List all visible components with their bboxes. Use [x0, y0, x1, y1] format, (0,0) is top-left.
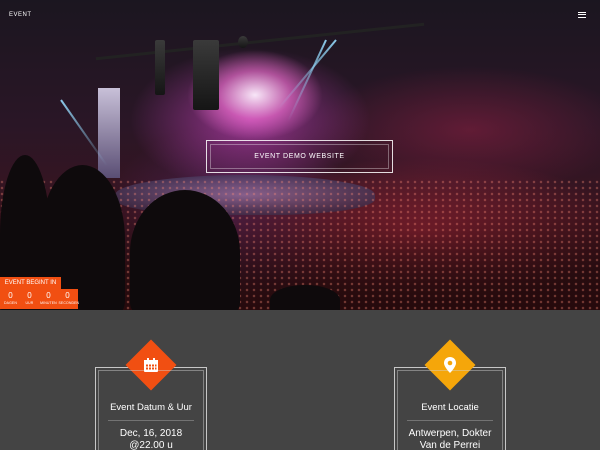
map-pin-icon — [440, 355, 460, 375]
audience-silhouette — [130, 190, 240, 310]
hamburger-menu-icon[interactable] — [578, 10, 586, 19]
card-body: Antwerpen, Dokter Van de Perrei — [395, 428, 505, 450]
countdown-value: 0 — [46, 291, 51, 300]
hero-title: EVENT DEMO WEBSITE — [254, 153, 345, 160]
countdown-value: 0 — [65, 291, 70, 300]
countdown-unit-label: UUR — [25, 301, 34, 305]
location-line: Van de Perrei — [419, 440, 481, 450]
countdown-unit-label: MINUTEN — [40, 301, 57, 305]
stage-light — [238, 36, 248, 48]
countdown-timer: 0 DAGEN 0 UUR 0 MINUTEN 0 SECONDEN — [0, 289, 80, 309]
countdown-label: EVENT BEGINT IN — [0, 277, 61, 289]
speaker-stack — [193, 40, 219, 110]
countdown-unit-label: DAGEN — [4, 301, 17, 305]
location-line: Antwerpen, Dokter — [408, 428, 492, 439]
hero-title-frame: EVENT DEMO WEBSITE — [206, 140, 393, 173]
countdown-seconds: 0 SECONDEN — [58, 291, 80, 309]
card-title: Event Datum & Uur — [110, 402, 192, 413]
calendar-icon — [141, 355, 161, 375]
countdown-unit-label: SECONDEN — [58, 301, 80, 305]
light-beam — [287, 39, 327, 122]
event-date-card: Event Datum & Uur Dec, 16, 2018 @22.00 u — [95, 339, 207, 450]
divider — [108, 420, 194, 421]
audience-silhouette — [270, 285, 340, 310]
countdown-value: 0 — [27, 291, 32, 300]
stage-screen — [98, 88, 120, 178]
countdown-minutes: 0 MINUTEN — [40, 291, 58, 309]
speaker-stack — [155, 40, 165, 95]
event-time: @22.00 u — [129, 440, 173, 450]
countdown-days: 0 DAGEN — [2, 291, 20, 309]
countdown-value: 0 — [8, 291, 13, 300]
brand-logo[interactable]: EVENT — [9, 12, 32, 18]
event-location-card: Event Locatie Antwerpen, Dokter Van de P… — [394, 339, 506, 450]
event-date: Dec, 16, 2018 — [119, 428, 183, 439]
event-info-section: Event Datum & Uur Dec, 16, 2018 @22.00 u… — [0, 310, 600, 450]
countdown-hours: 0 UUR — [21, 291, 39, 309]
card-body: Dec, 16, 2018 @22.00 u — [96, 428, 206, 450]
light-beam — [277, 39, 337, 110]
card-title: Event Locatie — [421, 402, 479, 413]
lighting-truss — [95, 22, 425, 61]
hero-banner: EVENT EVENT DEMO WEBSITE EVENT BEGINT IN… — [0, 0, 600, 310]
divider — [407, 420, 493, 421]
